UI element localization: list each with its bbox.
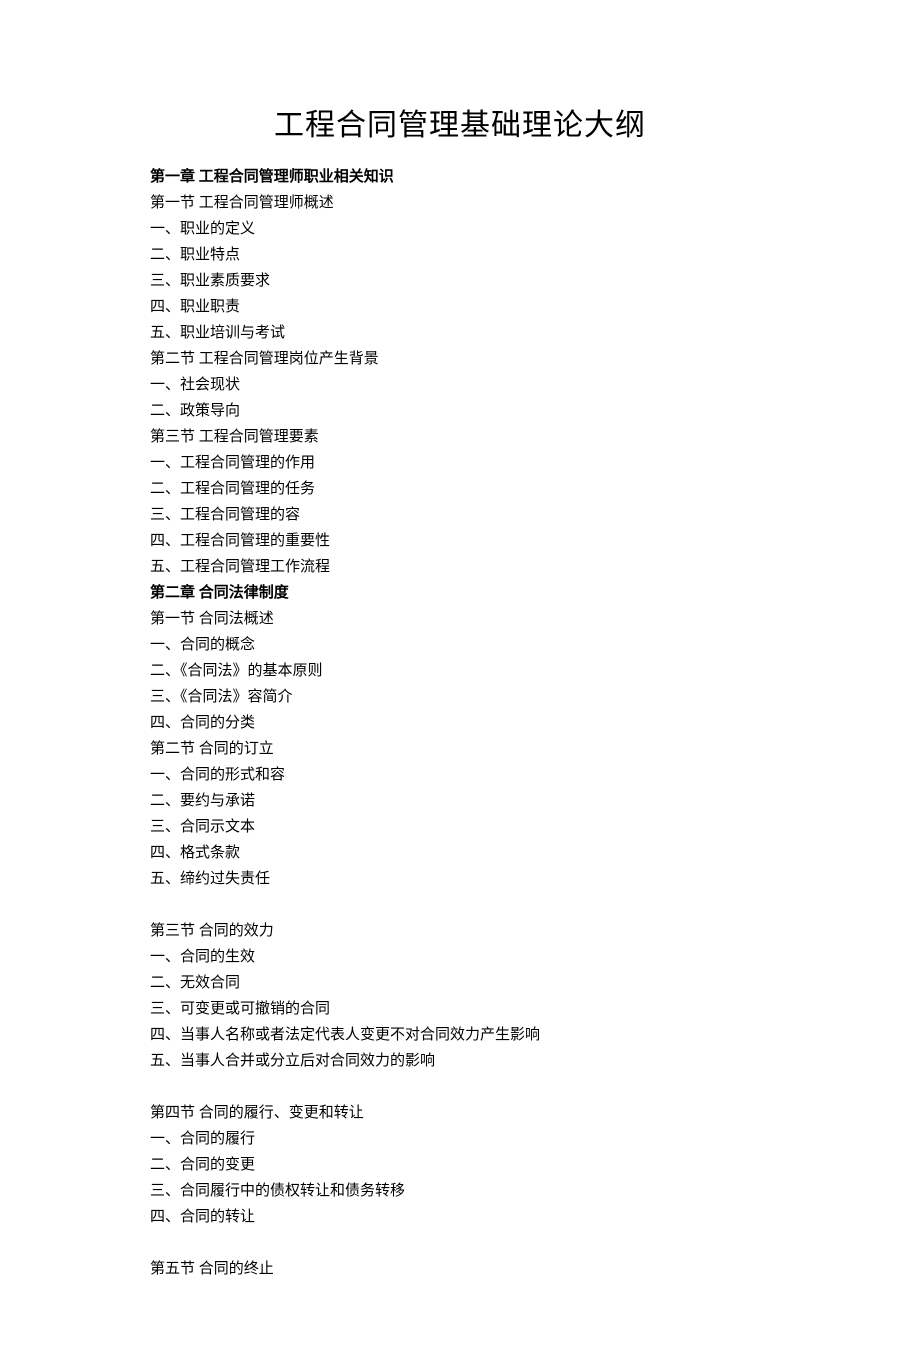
outline-line: 三、职业素质要求	[150, 268, 770, 294]
outline-line: 四、合同的转让	[150, 1204, 770, 1230]
outline-line: 第三节 合同的效力	[150, 918, 770, 944]
outline-line: 第三节 工程合同管理要素	[150, 424, 770, 450]
outline-line: 第四节 合同的履行、变更和转让	[150, 1100, 770, 1126]
outline-content: 第一章 工程合同管理师职业相关知识第一节 工程合同管理师概述一、职业的定义二、职…	[150, 164, 770, 1282]
document-page: 工程合同管理基础理论大纲 第一章 工程合同管理师职业相关知识第一节 工程合同管理…	[0, 0, 920, 1362]
outline-line: 四、当事人名称或者法定代表人变更不对合同效力产生影响	[150, 1022, 770, 1048]
outline-line: 第五节 合同的终止	[150, 1256, 770, 1282]
outline-line: 五、当事人合并或分立后对合同效力的影响	[150, 1048, 770, 1074]
outline-line: 五、职业培训与考试	[150, 320, 770, 346]
outline-line: 一、合同的概念	[150, 632, 770, 658]
chapter-heading: 第二章 合同法律制度	[150, 580, 770, 606]
document-title: 工程合同管理基础理论大纲	[150, 100, 770, 144]
blank-line	[150, 892, 770, 918]
outline-line: 二、要约与承诺	[150, 788, 770, 814]
outline-line: 二、合同的变更	[150, 1152, 770, 1178]
outline-line: 第一节 工程合同管理师概述	[150, 190, 770, 216]
outline-line: 五、缔约过失责任	[150, 866, 770, 892]
outline-line: 三、合同履行中的债权转让和债务转移	[150, 1178, 770, 1204]
outline-line: 四、工程合同管理的重要性	[150, 528, 770, 554]
outline-line: 第一节 合同法概述	[150, 606, 770, 632]
outline-line: 第二节 工程合同管理岗位产生背景	[150, 346, 770, 372]
outline-line: 三、《合同法》容简介	[150, 684, 770, 710]
outline-line: 一、合同的履行	[150, 1126, 770, 1152]
outline-line: 五、工程合同管理工作流程	[150, 554, 770, 580]
blank-line	[150, 1230, 770, 1256]
blank-line	[150, 1074, 770, 1100]
outline-line: 二、政策导向	[150, 398, 770, 424]
outline-line: 四、合同的分类	[150, 710, 770, 736]
outline-line: 一、工程合同管理的作用	[150, 450, 770, 476]
outline-line: 二、工程合同管理的任务	[150, 476, 770, 502]
outline-line: 二、《合同法》的基本原则	[150, 658, 770, 684]
outline-line: 一、社会现状	[150, 372, 770, 398]
outline-line: 一、职业的定义	[150, 216, 770, 242]
chapter-heading: 第一章 工程合同管理师职业相关知识	[150, 164, 770, 190]
outline-line: 三、工程合同管理的容	[150, 502, 770, 528]
outline-line: 四、格式条款	[150, 840, 770, 866]
outline-line: 三、可变更或可撤销的合同	[150, 996, 770, 1022]
outline-line: 四、职业职责	[150, 294, 770, 320]
outline-line: 三、合同示文本	[150, 814, 770, 840]
outline-line: 一、合同的生效	[150, 944, 770, 970]
outline-line: 二、职业特点	[150, 242, 770, 268]
outline-line: 一、合同的形式和容	[150, 762, 770, 788]
outline-line: 二、无效合同	[150, 970, 770, 996]
outline-line: 第二节 合同的订立	[150, 736, 770, 762]
